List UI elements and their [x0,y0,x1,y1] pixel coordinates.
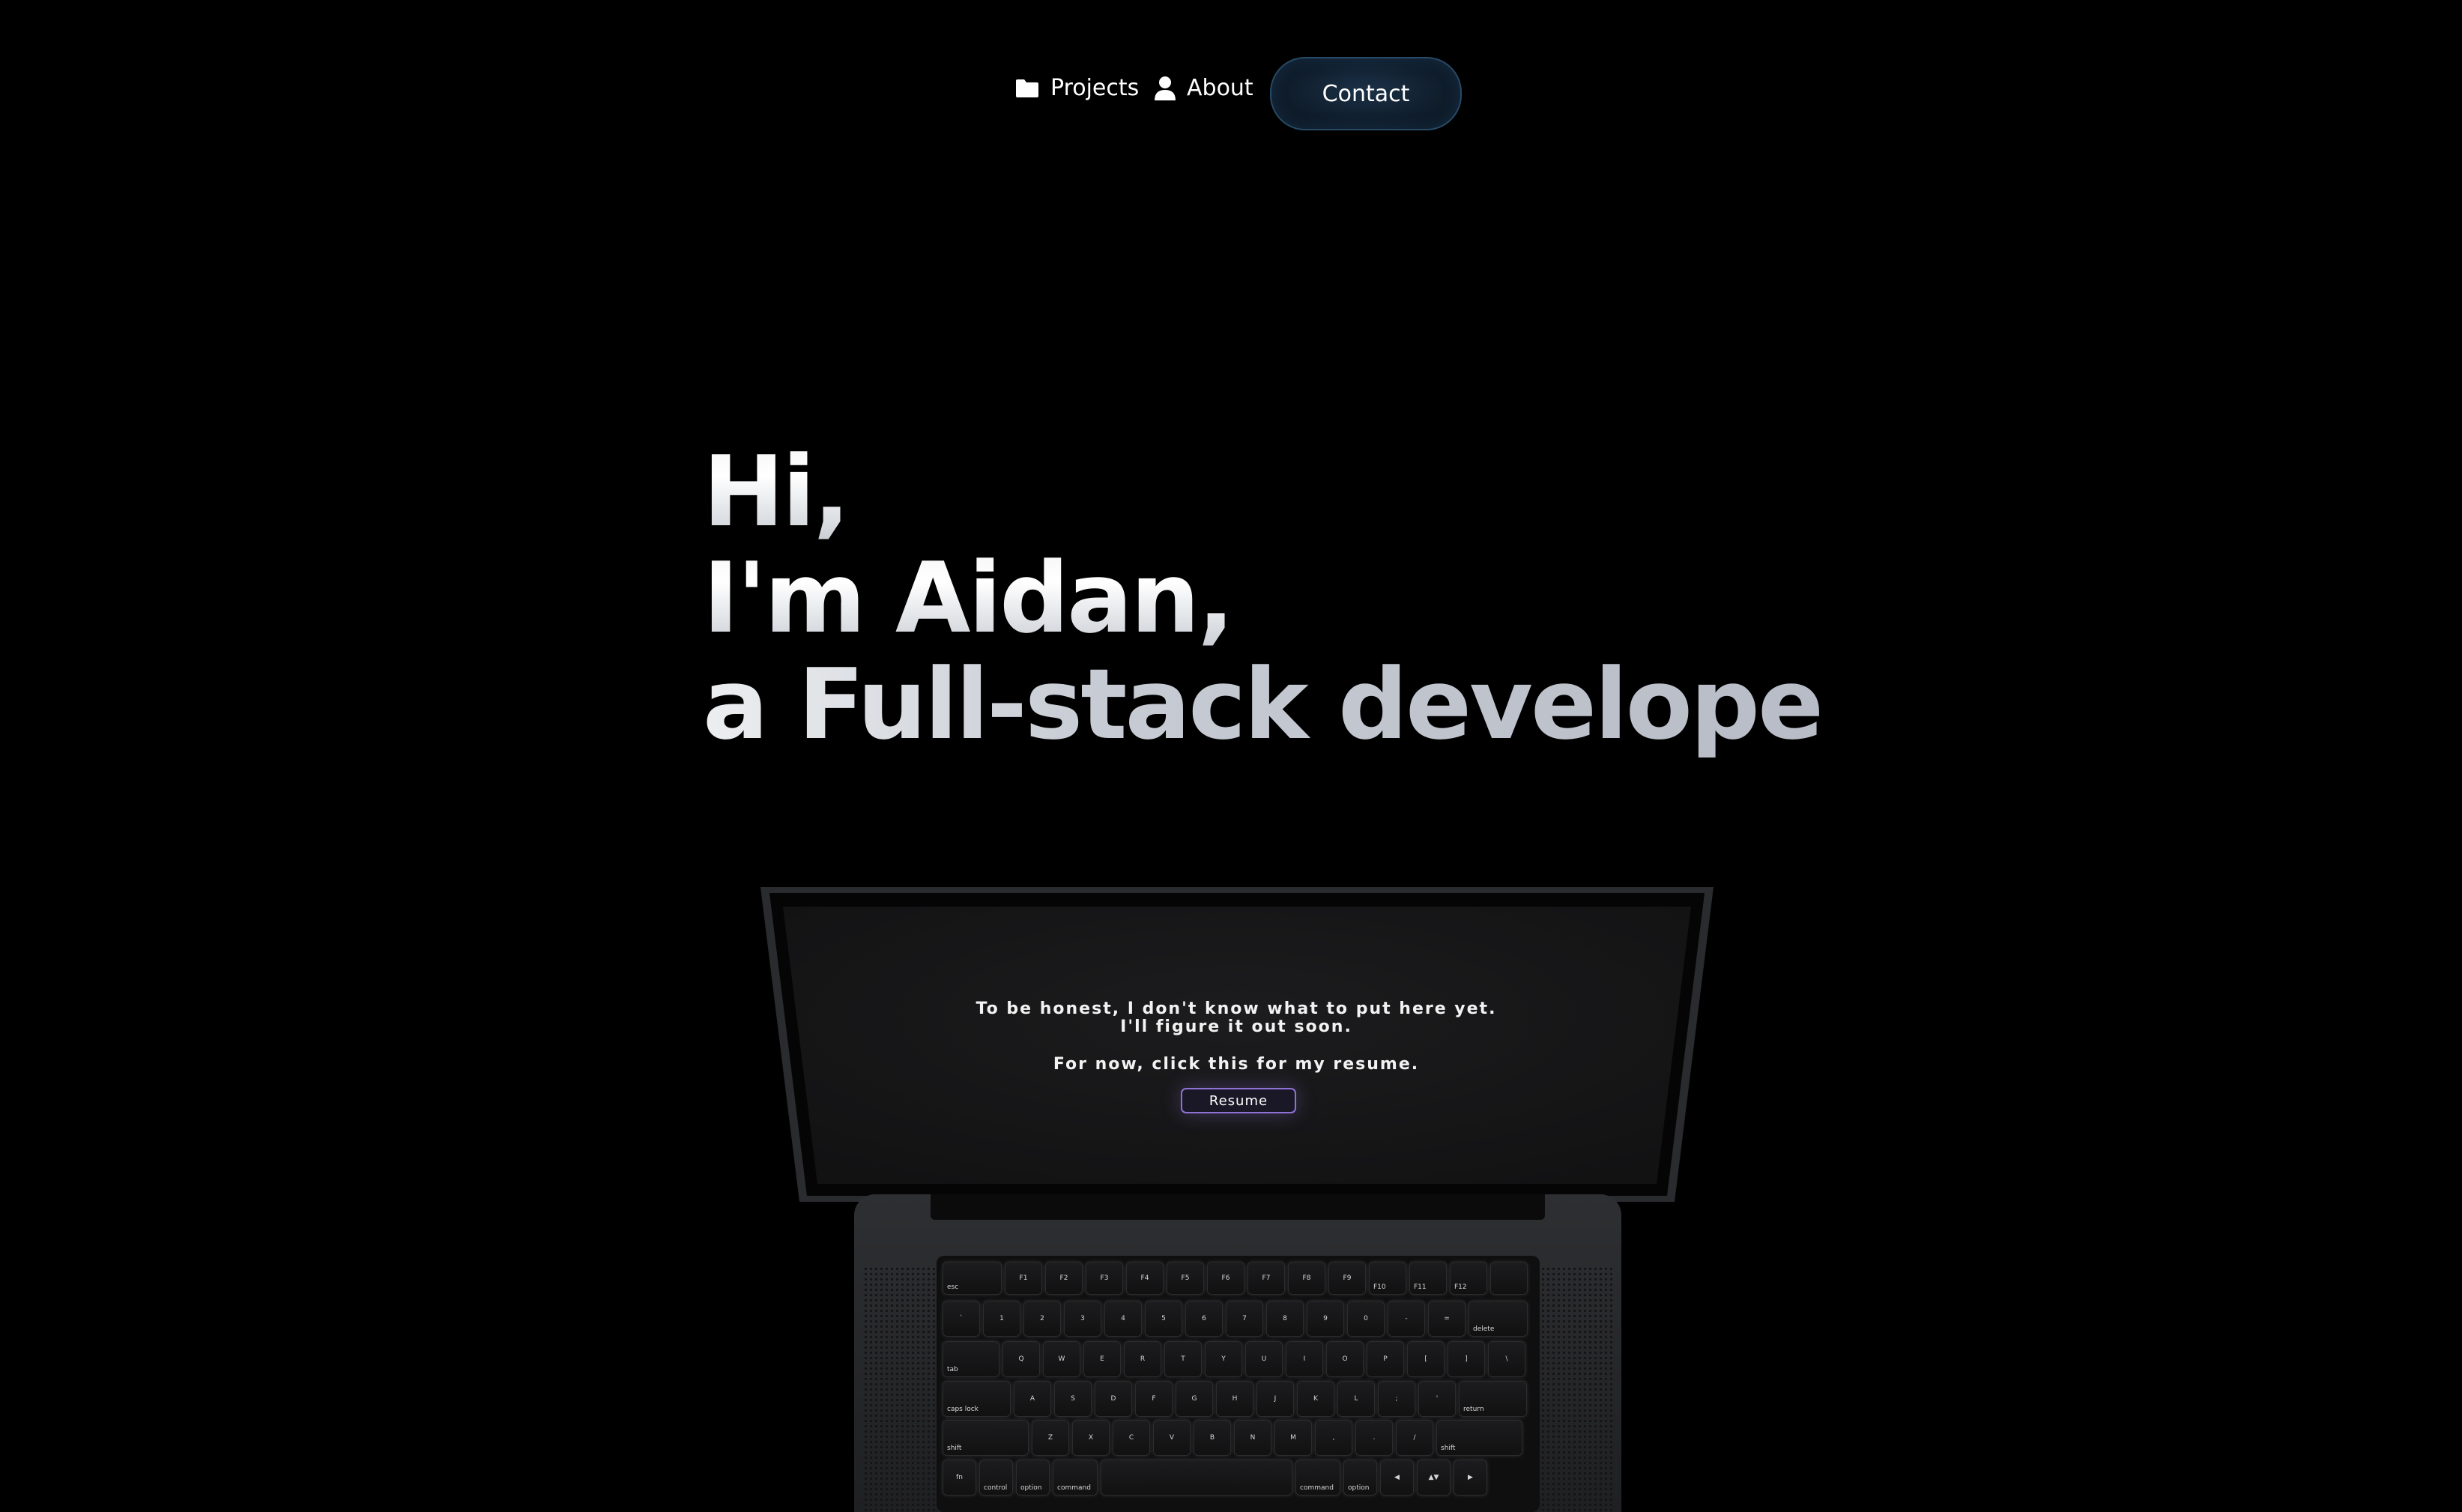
keyboard-key: - [1388,1301,1425,1337]
keyboard-key: G [1176,1381,1213,1417]
keyboard-key: \ [1488,1341,1525,1377]
keyboard-key: N [1234,1420,1271,1456]
screen-text-line3: For now, click this for my resume. [1053,1055,1420,1074]
keyboard: esc F1 F2 F3 F4 F5 F6 F7 F8 F9 F10 F11 F12 ` 1 2 3 4 5 6 7 8 9… [937,1256,1540,1512]
keyboard-key: 1 [983,1301,1020,1337]
keyboard-key: Q [1002,1341,1040,1377]
keyboard-key: 4 [1104,1301,1142,1337]
keyboard-key: delete [1469,1301,1528,1337]
keyboard-key: / [1396,1420,1433,1456]
keyboard-key: F4 [1126,1262,1164,1295]
keyboard-key [1490,1262,1528,1295]
keyboard-key: W [1043,1341,1080,1377]
keyboard-key: ▲▼ [1417,1460,1451,1496]
keyboard-key: K [1297,1381,1334,1417]
hero-heading: Hi, I'm Aidan, a Full-stack developer. [703,438,1890,761]
folder-icon [1014,78,1040,99]
keyboard-key: Y [1205,1341,1242,1377]
keyboard-key: V [1153,1420,1191,1456]
keyboard-key: return [1459,1381,1527,1417]
keyboard-key: , [1315,1420,1352,1456]
hero-line-greeting: Hi, [703,438,1827,545]
keyboard-key: 7 [1226,1301,1263,1337]
keyboard-key: 9 [1307,1301,1344,1337]
keyboard-key: S [1054,1381,1092,1417]
keyboard-key: L [1337,1381,1375,1417]
keyboard-key: F3 [1086,1262,1123,1295]
keyboard-key [1101,1460,1292,1496]
keyboard-key: F [1135,1381,1173,1417]
keyboard-key: F8 [1288,1262,1325,1295]
keyboard-key: F11 [1409,1262,1447,1295]
keyboard-key: U [1245,1341,1283,1377]
contact-button[interactable]: Contact [1270,57,1462,130]
keyboard-key: F1 [1005,1262,1042,1295]
nav-about-link[interactable]: About [1154,75,1253,101]
keyboard-key: option [1343,1460,1377,1496]
keyboard-key: 2 [1023,1301,1061,1337]
right-speaker-grille [1540,1266,1612,1512]
keyboard-key: 3 [1064,1301,1101,1337]
keyboard-key: 8 [1266,1301,1304,1337]
keyboard-key: command [1295,1460,1340,1496]
keyboard-key: control [979,1460,1013,1496]
keyboard-key: esc [943,1262,1002,1295]
keyboard-key: F2 [1045,1262,1083,1295]
keyboard-key: fn [943,1460,976,1496]
keyboard-key: 0 [1347,1301,1385,1337]
keyboard-key: J [1256,1381,1294,1417]
keyboard-key: F7 [1247,1262,1285,1295]
keyboard-key: F6 [1207,1262,1244,1295]
keyboard-key: Z [1032,1420,1069,1456]
nav-projects-link[interactable]: Projects [1014,75,1139,101]
keyboard-key: ` [943,1301,980,1337]
keyboard-key: R [1124,1341,1161,1377]
keyboard-key: D [1095,1381,1132,1417]
keyboard-key: tab [943,1341,999,1377]
keyboard-key: shift [1436,1420,1522,1456]
laptop-lid [760,887,1714,1202]
keyboard-key: E [1083,1341,1121,1377]
keyboard-key: = [1428,1301,1466,1337]
keyboard-key: 6 [1185,1301,1223,1337]
hero-line-role: a Full-stack developer. [703,647,1890,761]
keyboard-key: F10 [1369,1262,1406,1295]
screen-text-line1: To be honest, I don't know what to put h… [976,1000,1497,1018]
keyboard-key: shift [943,1420,1029,1456]
keyboard-key: option [1016,1460,1050,1496]
screen-text-line2: I'll figure it out soon. [1120,1017,1352,1036]
keyboard-key: 5 [1145,1301,1182,1337]
keyboard-key: P [1367,1341,1404,1377]
hero-line-name: I'm Aidan, [703,545,1827,651]
left-speaker-grille [863,1266,935,1512]
keyboard-key: [ [1407,1341,1445,1377]
keyboard-key: . [1355,1420,1393,1456]
nav-projects-label: Projects [1050,75,1140,101]
nav-about-label: About [1187,75,1253,101]
keyboard-key: B [1194,1420,1231,1456]
keyboard-key: ' [1418,1381,1456,1417]
resume-button[interactable]: Resume [1181,1088,1296,1113]
keyboard-key: ◀ [1380,1460,1414,1496]
keyboard-key: H [1216,1381,1253,1417]
keyboard-key: A [1014,1381,1051,1417]
keyboard-key: M [1274,1420,1312,1456]
user-icon [1154,76,1176,101]
keyboard-key: ; [1378,1381,1415,1417]
top-nav: Projects About Contact [0,0,2462,130]
keyboard-key: F5 [1167,1262,1204,1295]
keyboard-key: X [1072,1420,1110,1456]
keyboard-key: C [1113,1420,1150,1456]
keyboard-key: T [1164,1341,1202,1377]
keyboard-key: F9 [1328,1262,1366,1295]
keyboard-key: command [1053,1460,1098,1496]
keyboard-key: O [1326,1341,1364,1377]
keyboard-key: ] [1448,1341,1485,1377]
keyboard-key: caps lock [943,1381,1011,1417]
keyboard-key: I [1286,1341,1323,1377]
keyboard-key: F12 [1450,1262,1487,1295]
keyboard-key: ▶ [1454,1460,1487,1496]
laptop-hinge [931,1194,1545,1220]
